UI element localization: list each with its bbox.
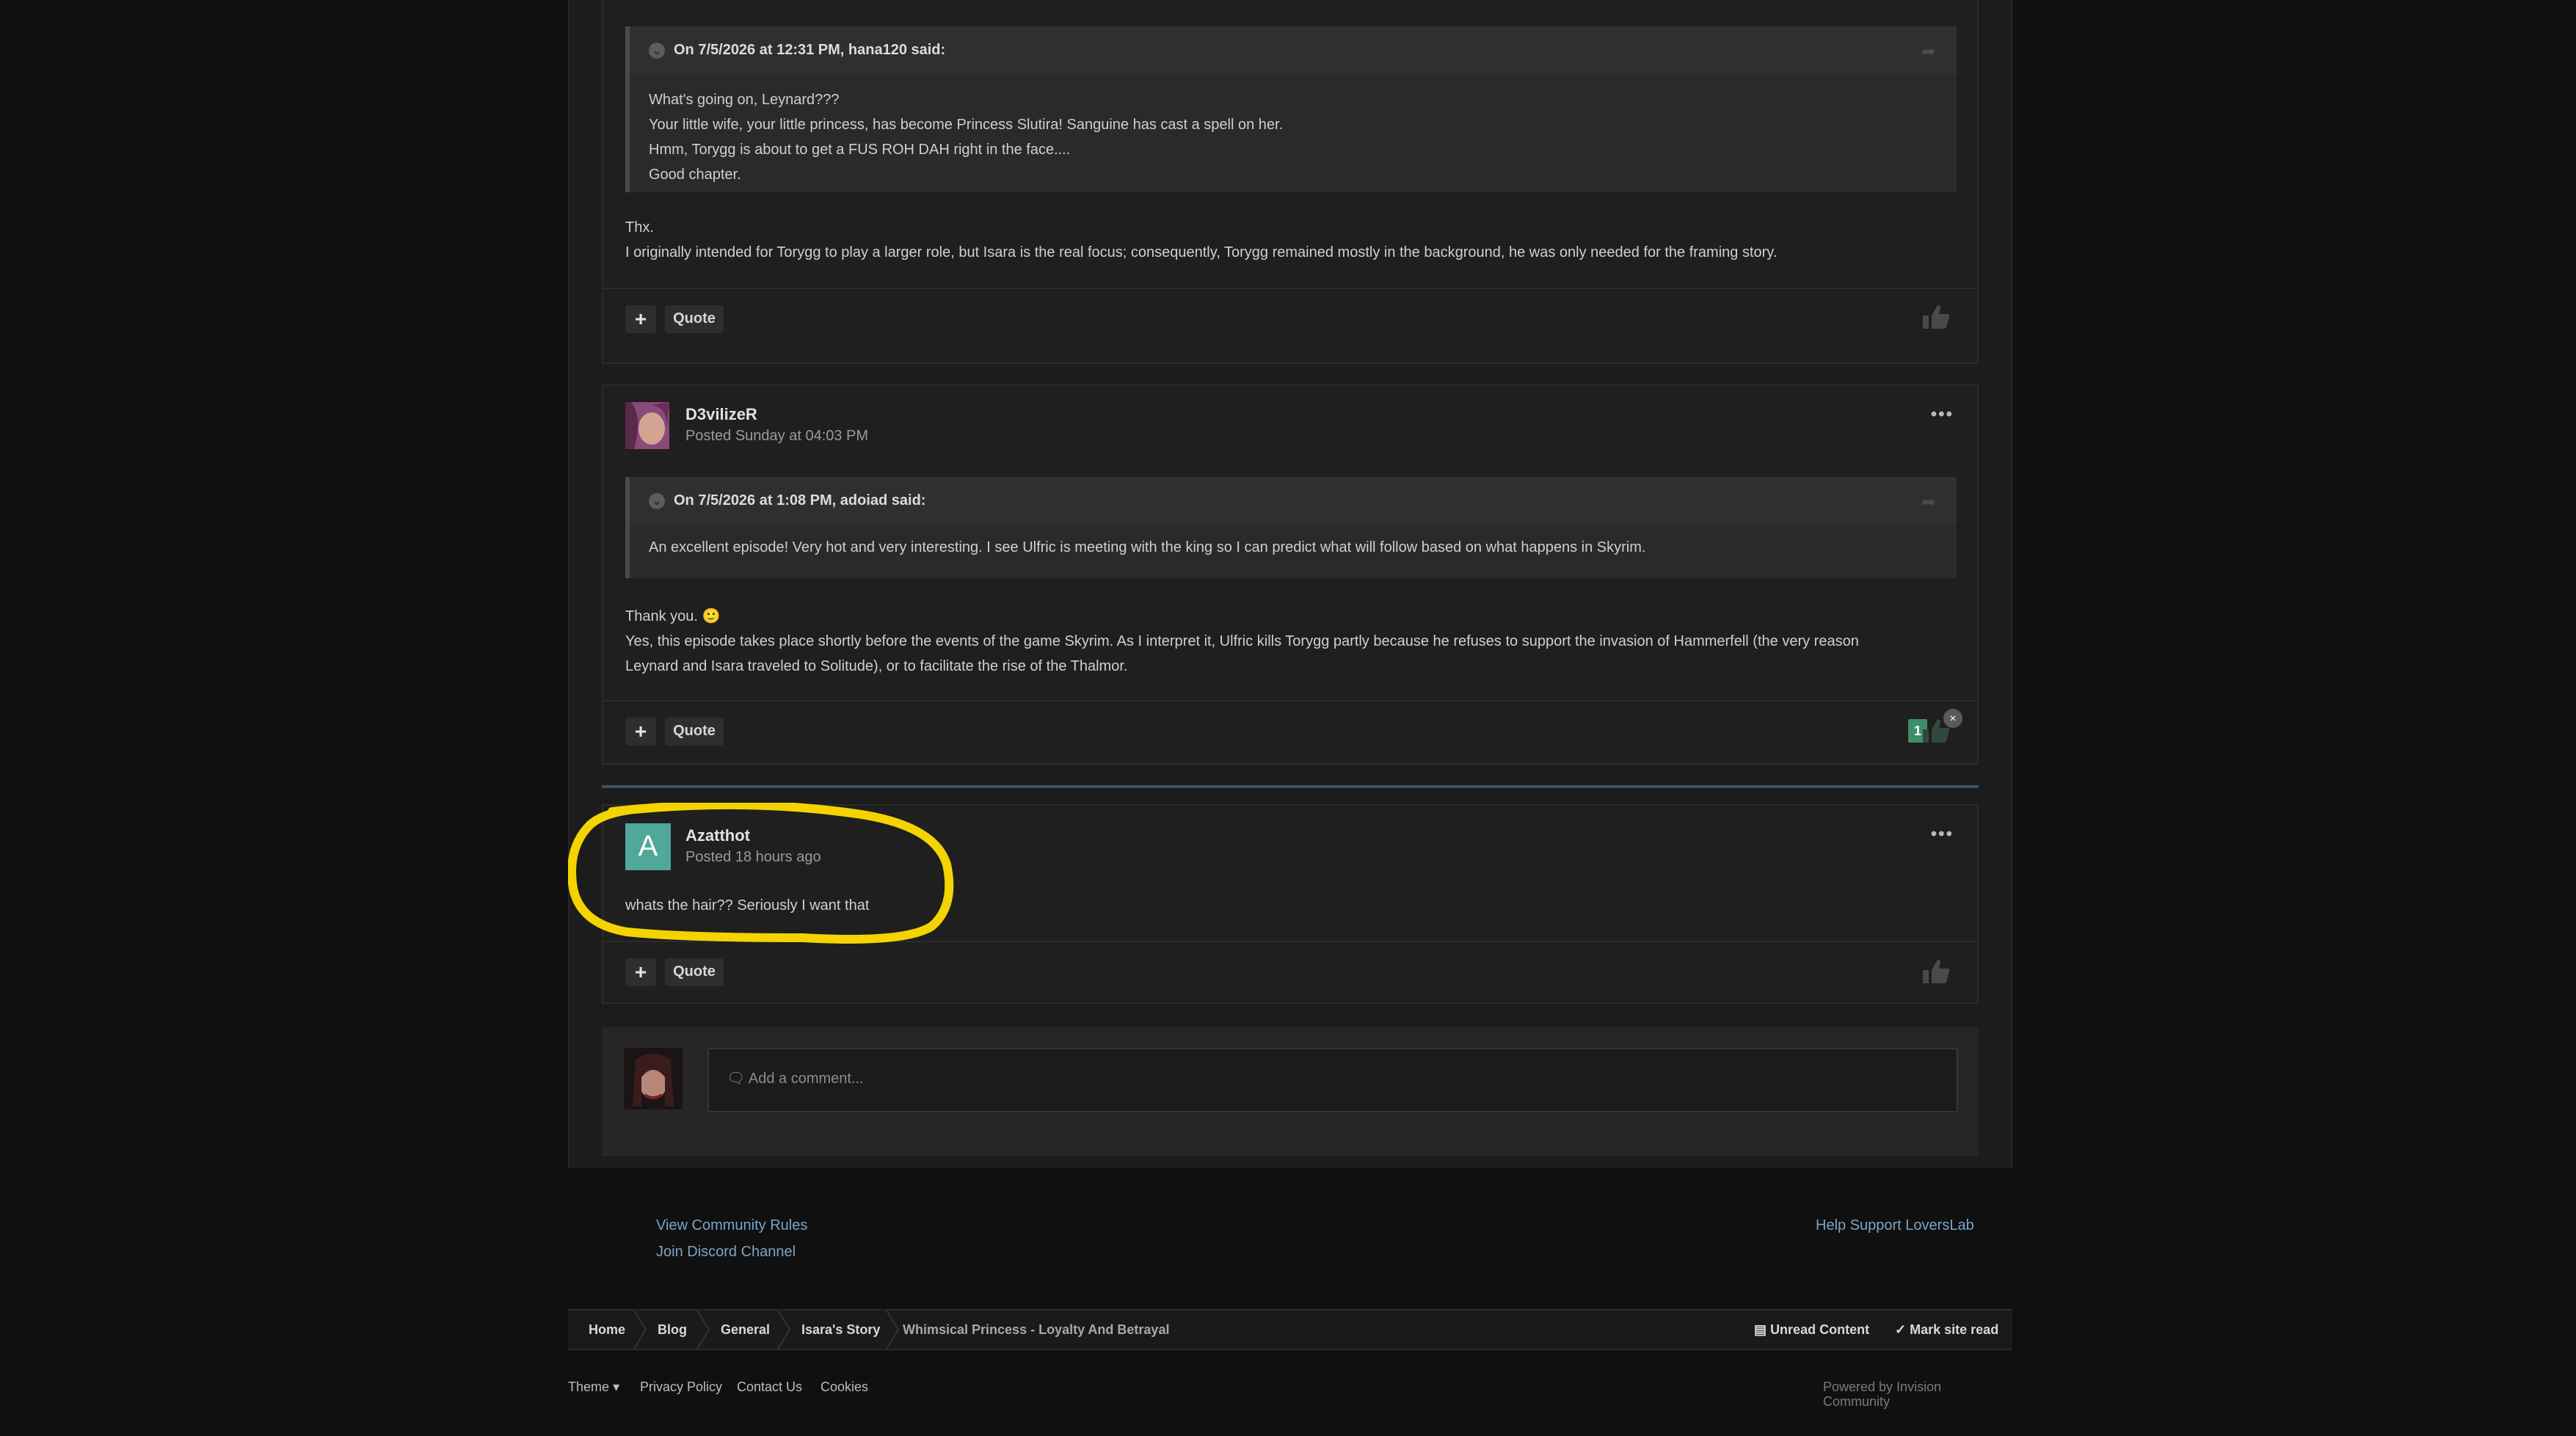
quote-line: What's going on, Leynard???: [649, 92, 840, 109]
mark-site-read-link[interactable]: ✓ Mark site read: [1895, 1311, 1998, 1349]
quote-button[interactable]: Quote: [665, 305, 724, 333]
unread-icon: ▤: [1754, 1322, 1767, 1337]
mark-read-label: Mark site read: [1910, 1322, 1999, 1337]
breadcrumb-isaras-story[interactable]: Isara's Story: [801, 1311, 880, 1349]
support-link[interactable]: Help Support LoversLab: [1816, 1218, 1974, 1234]
divider: [603, 288, 1977, 289]
discord-link[interactable]: Join Discord Channel: [656, 1244, 796, 1261]
breadcrumb-blog[interactable]: Blog: [658, 1311, 687, 1349]
post-body: Thank you. 🙂 Yes, this episode takes pla…: [625, 605, 1961, 679]
unread-label: Unread Content: [1770, 1322, 1870, 1337]
current-user-avatar[interactable]: [624, 1048, 683, 1109]
avatar-image: [625, 402, 669, 449]
quote-line: An excellent episode! Very hot and very …: [649, 540, 1646, 556]
quote-header: ⌄ On 7/5/2026 at 12:31 PM, hana120 said:: [630, 26, 1957, 75]
quote-header: ⌄ On 7/5/2026 at 1:08 PM, adoiad said:: [630, 477, 1957, 525]
highlight-annotation: [568, 803, 954, 944]
more-options-icon[interactable]: •••: [1931, 404, 1954, 424]
quote-block: ⌄ On 7/5/2026 at 12:31 PM, hana120 said:…: [625, 26, 1957, 192]
quote-button[interactable]: Quote: [665, 958, 724, 986]
post-line: Thx.: [625, 220, 654, 236]
comment-post: D3vilizeR Posted Sunday at 04:03 PM ••• …: [602, 384, 1979, 765]
remove-reaction-icon[interactable]: ×: [1943, 709, 1962, 728]
like-thumb-icon[interactable]: [1921, 958, 1951, 985]
cookies-link[interactable]: Cookies: [821, 1379, 868, 1394]
quote-line: Hmm, Torygg is about to get a FUS ROH DA…: [649, 142, 1071, 158]
multiquote-button[interactable]: +: [625, 718, 656, 746]
contact-us-link[interactable]: Contact Us: [737, 1379, 802, 1394]
caret-down-icon: ▾: [613, 1379, 620, 1394]
quote-citation: On 7/5/2026 at 12:31 PM, hana120 said:: [674, 43, 946, 59]
breadcrumb-general[interactable]: General: [721, 1311, 770, 1349]
breadcrumb-separator: [633, 1311, 647, 1349]
comment-input[interactable]: 🗨 Add a comment...: [707, 1048, 1958, 1112]
unread-content-link[interactable]: ▤ Unread Content: [1754, 1311, 1869, 1349]
post-line: I originally intended for Torygg to play…: [625, 245, 1778, 261]
privacy-policy-link[interactable]: Privacy Policy: [640, 1379, 722, 1394]
post-line: Leynard and Isara traveled to Solitude),…: [625, 659, 1128, 675]
post-line: Thank you. 🙂: [625, 609, 721, 625]
comment-post: ⌄ On 7/5/2026 at 12:31 PM, hana120 said:…: [602, 0, 1979, 364]
share-arrow-icon[interactable]: ➦: [1921, 492, 1936, 512]
quote-block: ⌄ On 7/5/2026 at 1:08 PM, adoiad said: ➦…: [625, 477, 1957, 578]
add-comment-area: 🗨 Add a comment...: [602, 1027, 1979, 1156]
share-arrow-icon[interactable]: ➦: [1921, 41, 1936, 62]
new-content-divider: [602, 785, 1979, 788]
breadcrumb-separator: [777, 1311, 791, 1349]
divider: [603, 700, 1977, 701]
author-name[interactable]: D3vilizeR: [685, 407, 757, 424]
breadcrumb-home[interactable]: Home: [589, 1311, 625, 1349]
breadcrumb-separator: [696, 1311, 710, 1349]
quote-line: Your little wife, your little princess, …: [649, 117, 1284, 134]
comment-placeholder: Add a comment...: [748, 1071, 864, 1087]
post-line: Yes, this episode takes place shortly be…: [625, 634, 1859, 650]
powered-by-link[interactable]: Powered by Invision Community: [1823, 1379, 2011, 1409]
community-rules-link[interactable]: View Community Rules: [656, 1218, 807, 1234]
quote-line: Good chapter.: [649, 167, 741, 183]
avatar-image: [624, 1048, 683, 1109]
multiquote-button[interactable]: +: [625, 305, 656, 333]
breadcrumb-separator: [886, 1311, 900, 1349]
quote-button[interactable]: Quote: [665, 718, 724, 746]
collapse-icon[interactable]: ⌄: [649, 493, 665, 509]
check-icon: ✓: [1895, 1322, 1907, 1337]
post-body: Thx. I originally intended for Torygg to…: [625, 216, 1961, 266]
like-thumb-icon[interactable]: [1921, 304, 1951, 330]
avatar[interactable]: [625, 402, 669, 449]
multiquote-button[interactable]: +: [625, 958, 656, 986]
theme-selector[interactable]: Theme ▾: [568, 1379, 619, 1396]
post-timestamp[interactable]: Posted Sunday at 04:03 PM: [685, 429, 868, 445]
comment-icon: 🗨: [727, 1071, 746, 1087]
quote-citation: On 7/5/2026 at 1:08 PM, adoiad said:: [674, 493, 926, 509]
theme-label: Theme: [568, 1379, 610, 1394]
breadcrumb-current: Whimsical Princess - Loyalty And Betraya…: [903, 1322, 1170, 1337]
collapse-icon[interactable]: ⌄: [649, 43, 665, 59]
more-options-icon[interactable]: •••: [1931, 823, 1954, 844]
breadcrumb: Home Blog General Isara's Story Whimsica…: [568, 1309, 2012, 1350]
